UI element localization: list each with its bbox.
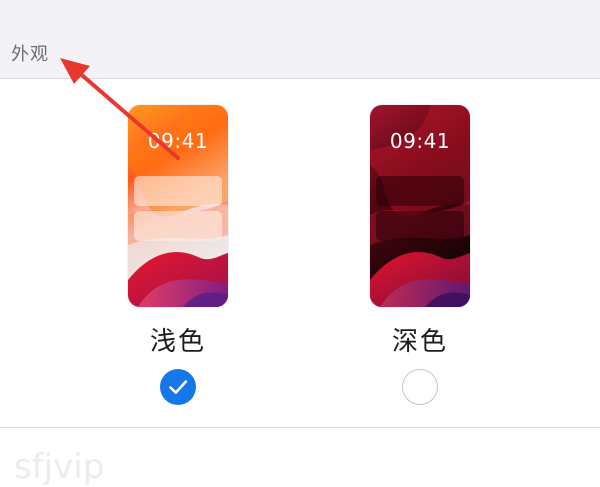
- section-header: 外观: [0, 0, 600, 79]
- preview-widget: [134, 176, 222, 206]
- divider: [0, 427, 600, 428]
- preview-clock: 09:41: [389, 129, 451, 153]
- preview-widget: [134, 211, 222, 241]
- preview-widget: [376, 176, 464, 206]
- appearance-options: 09:41 浅色 09:41 深色 sfjvip: [0, 79, 600, 487]
- dark-mode-preview[interactable]: 09:41: [370, 105, 470, 307]
- section-title: 外观: [11, 44, 49, 65]
- dark-mode-label: 深色: [391, 327, 448, 357]
- appearance-option-light[interactable]: 09:41 浅色: [78, 79, 278, 433]
- checkmark-icon: [169, 380, 188, 394]
- light-mode-radio[interactable]: [160, 369, 196, 405]
- appearance-option-dark[interactable]: 09:41 深色: [320, 79, 520, 433]
- dark-mode-radio[interactable]: [402, 369, 438, 405]
- light-mode-preview[interactable]: 09:41: [128, 105, 228, 307]
- preview-widget: [376, 211, 464, 241]
- watermark-text: sfjvip: [14, 447, 105, 487]
- light-mode-label: 浅色: [149, 327, 206, 357]
- preview-clock: 09:41: [147, 129, 209, 153]
